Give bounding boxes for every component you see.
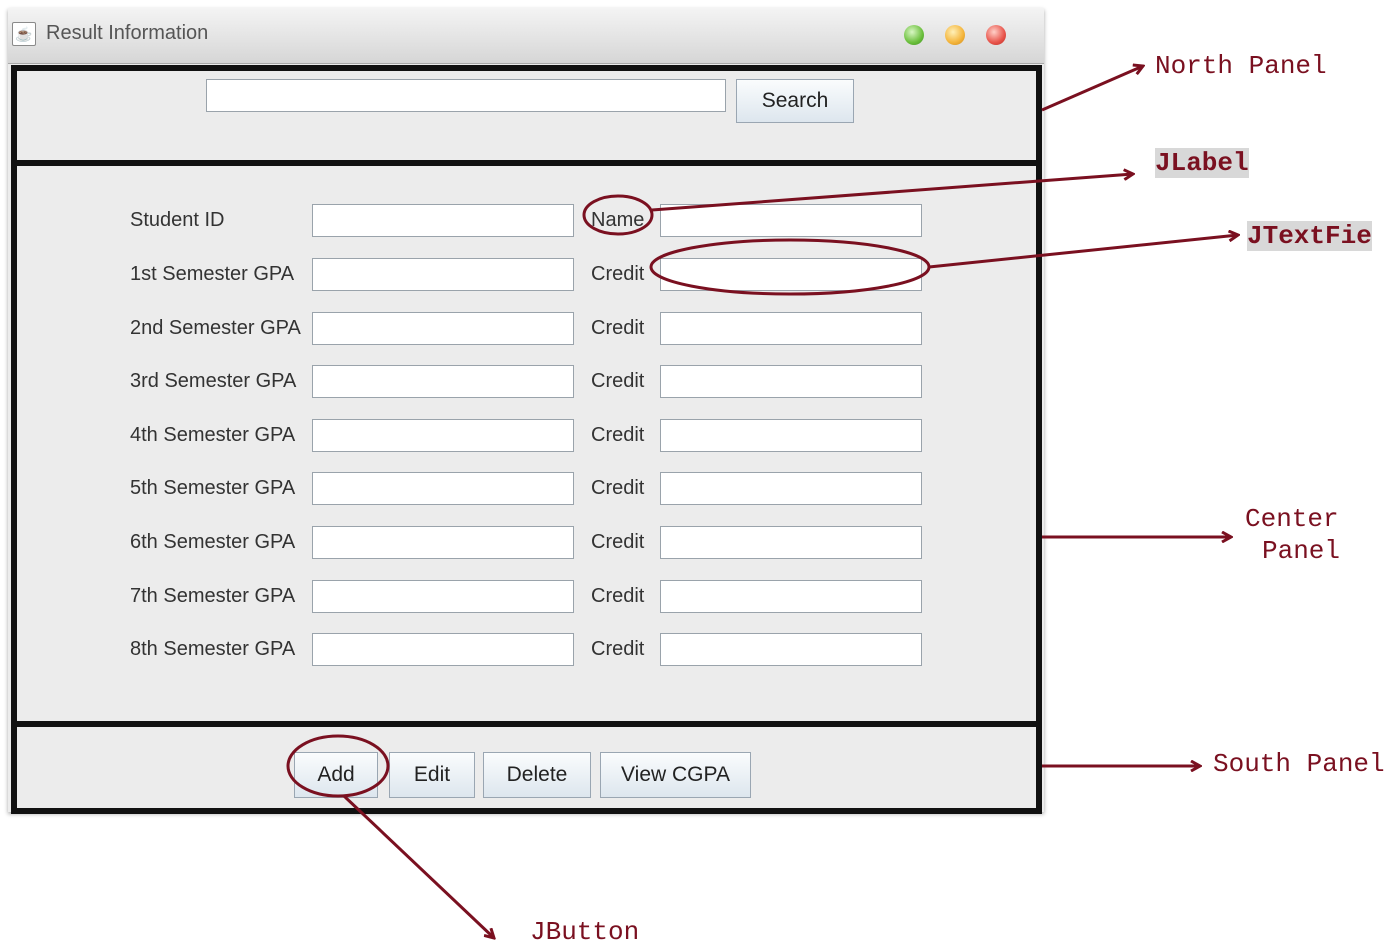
jlabel-annotation: JLabel — [1155, 148, 1249, 178]
jlabel-arrow — [651, 174, 1133, 212]
center-panel-annotation-line2: Panel — [1262, 536, 1341, 566]
north-panel-annotation: North Panel — [1155, 51, 1327, 81]
add-button-highlight-circle — [286, 734, 390, 798]
jtextfield-arrow — [928, 235, 1238, 269]
credit-field-highlight-circle — [649, 238, 931, 296]
jbutton-arrow — [342, 794, 494, 938]
jtextfield-annotation: JTextFie — [1247, 221, 1372, 251]
jbutton-annotation: JButton — [530, 917, 640, 947]
name-label-highlight-circle — [582, 194, 654, 236]
north-panel-arrow — [1041, 66, 1143, 112]
annotation-overlay — [286, 0, 1399, 945]
center-panel-annotation-line1: Center — [1245, 504, 1339, 534]
south-panel-annotation: South Panel — [1213, 749, 1385, 779]
